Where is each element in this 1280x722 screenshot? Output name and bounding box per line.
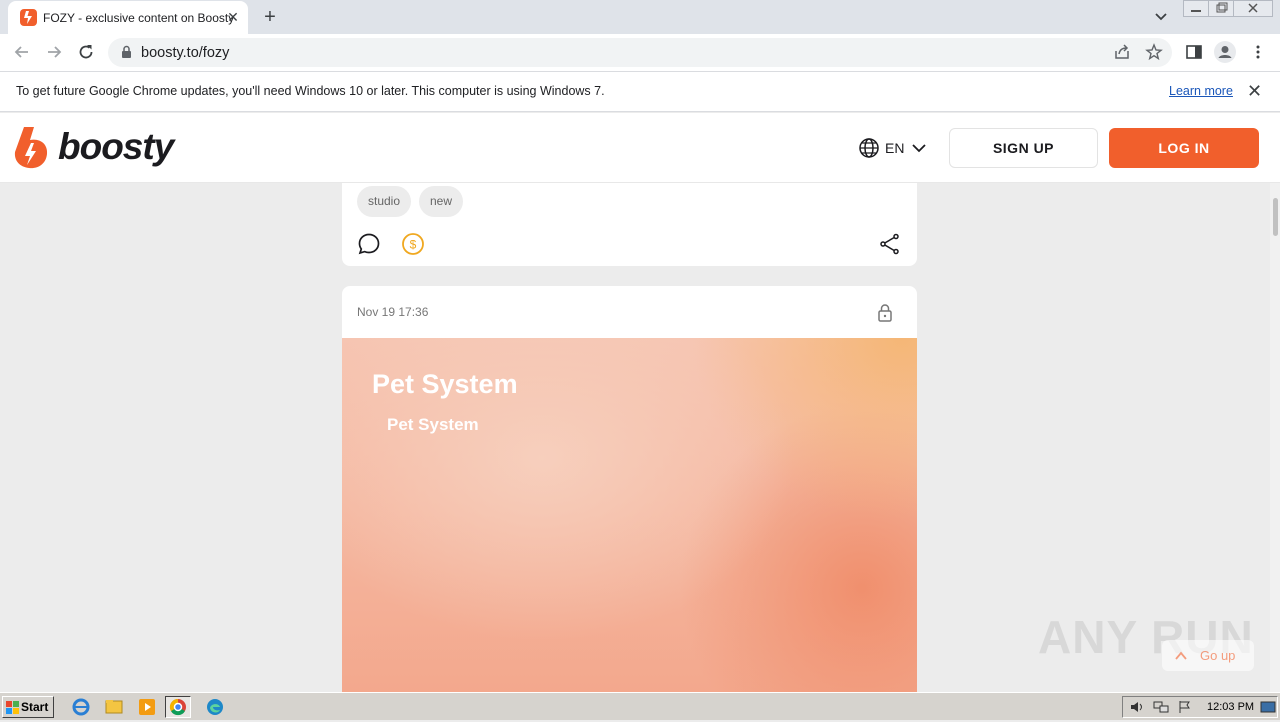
post-date: Nov 19 17:36 — [357, 305, 429, 319]
browser-toolbar: boosty.to/fozy — [0, 34, 1280, 71]
reload-icon[interactable] — [76, 42, 96, 62]
infobar-close-icon[interactable]: ✕ — [1247, 82, 1262, 100]
boosty-logo-icon[interactable] — [14, 127, 48, 169]
chrome-taskbar-button[interactable] — [165, 696, 191, 718]
donate-coin-icon[interactable]: $ — [401, 232, 425, 256]
profile-avatar-icon[interactable] — [1214, 41, 1236, 63]
tab-title: FOZY - exclusive content on Boosty — [43, 11, 235, 25]
start-button[interactable]: Start — [2, 696, 54, 718]
chrome-menu-icon[interactable] — [1249, 43, 1267, 61]
edge-icon[interactable] — [202, 696, 228, 718]
restore-window-button[interactable] — [1208, 0, 1234, 17]
internet-explorer-icon[interactable] — [68, 696, 94, 718]
show-desktop-icon[interactable] — [1260, 700, 1276, 714]
lock-icon — [878, 304, 892, 322]
language-selector[interactable]: EN — [858, 137, 926, 164]
side-panel-icon[interactable] — [1185, 43, 1203, 61]
tab-close-icon[interactable]: ✕ — [225, 9, 241, 25]
browser-tab-strip: FOZY - exclusive content on Boosty ✕ + — [0, 0, 1280, 34]
share-icon[interactable] — [878, 232, 902, 256]
volume-icon[interactable] — [1129, 700, 1145, 714]
address-bar[interactable]: boosty.to/fozy — [108, 38, 1172, 67]
close-window-button[interactable] — [1233, 0, 1273, 17]
lock-icon — [122, 45, 131, 58]
post-tag[interactable]: new — [419, 186, 464, 217]
page-scrollbar[interactable] — [1270, 183, 1280, 692]
url-text: boosty.to/fozy — [141, 45, 230, 61]
comment-icon[interactable] — [357, 232, 381, 256]
chevron-down-icon — [912, 144, 926, 153]
bookmark-star-icon[interactable] — [1145, 43, 1163, 61]
globe-icon — [859, 138, 879, 158]
media-player-icon[interactable] — [134, 696, 160, 718]
forward-arrow-icon[interactable] — [44, 42, 64, 62]
post-card: studio new $ — [342, 183, 917, 266]
new-tab-button[interactable]: + — [259, 6, 281, 28]
log-in-button[interactable]: LOG IN — [1109, 128, 1259, 168]
scrollbar-thumb[interactable] — [1273, 198, 1278, 236]
share-page-icon[interactable] — [1113, 43, 1131, 61]
go-up-button[interactable]: Go up — [1162, 640, 1254, 671]
action-center-flag-icon[interactable] — [1177, 700, 1193, 714]
sign-up-button[interactable]: SIGN UP — [949, 128, 1098, 168]
network-icon[interactable] — [1153, 700, 1169, 714]
boosty-logo-text[interactable]: boosty — [58, 126, 174, 168]
system-tray: 12:03 PM — [1122, 696, 1278, 718]
post-tag[interactable]: studio — [357, 186, 412, 217]
cover-title: Pet System — [372, 369, 518, 399]
tab-search-chevron-icon[interactable] — [1152, 8, 1170, 26]
infobar-message: To get future Google Chrome updates, you… — [16, 84, 605, 98]
chevron-up-icon — [1175, 651, 1187, 660]
learn-more-link[interactable]: Learn more — [1169, 84, 1233, 98]
minimize-window-button[interactable] — [1183, 0, 1209, 17]
site-header: boosty EN SIGN UP LOG IN — [0, 113, 1280, 183]
cover-subtitle: Pet System — [387, 415, 479, 434]
file-explorer-icon[interactable] — [101, 696, 127, 718]
browser-tab[interactable]: FOZY - exclusive content on Boosty ✕ — [8, 1, 248, 34]
chrome-icon — [169, 698, 186, 716]
start-label: Start — [21, 700, 49, 714]
update-infobar: To get future Google Chrome updates, you… — [0, 71, 1280, 112]
post-card: Nov 19 17:36 Pet System Pet System — [342, 286, 917, 692]
back-arrow-icon[interactable] — [12, 42, 32, 62]
post-cover-image[interactable]: Pet System Pet System — [342, 338, 917, 692]
windows-logo-icon — [6, 701, 19, 714]
language-code: EN — [885, 140, 905, 156]
boosty-favicon-icon — [20, 9, 37, 26]
windows-taskbar: Start 12:03 PM — [0, 692, 1280, 720]
go-up-label: Go up — [1200, 648, 1236, 663]
svg-text:$: $ — [410, 238, 417, 252]
taskbar-clock[interactable]: 12:03 PM — [1207, 701, 1254, 713]
